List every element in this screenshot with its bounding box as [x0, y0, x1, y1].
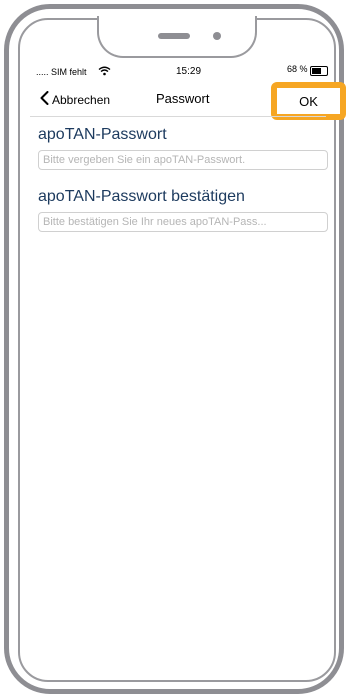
wifi-icon — [98, 66, 111, 79]
camera-icon — [213, 32, 221, 40]
carrier-text: ..... SIM fehlt — [36, 67, 87, 77]
speaker-icon — [158, 33, 190, 39]
chevron-left-icon — [40, 90, 49, 110]
ok-label: OK — [299, 93, 318, 109]
password-label: apoTAN-Passwort — [38, 126, 167, 143]
battery-percentage: 68 % — [287, 64, 308, 74]
ok-button[interactable]: OK — [271, 82, 346, 120]
status-bar: ..... SIM fehlt 15:29 68 % — [30, 64, 328, 82]
back-label: Abbrechen — [52, 93, 111, 107]
navigation-bar: Abbrechen Passwort OK — [30, 82, 346, 120]
password-form: apoTAN-Passwort apoTAN-Passwort bestätig… — [38, 120, 330, 232]
password-input[interactable] — [38, 150, 328, 170]
nav-divider — [30, 116, 326, 117]
confirm-password-input[interactable] — [38, 212, 328, 232]
back-button[interactable]: Abbrechen — [40, 90, 110, 110]
confirm-password-label: apoTAN-Passwort bestätigen — [38, 188, 245, 205]
clock: 15:29 — [176, 66, 202, 77]
battery-icon — [310, 66, 328, 76]
page-title: Passwort — [156, 91, 210, 106]
